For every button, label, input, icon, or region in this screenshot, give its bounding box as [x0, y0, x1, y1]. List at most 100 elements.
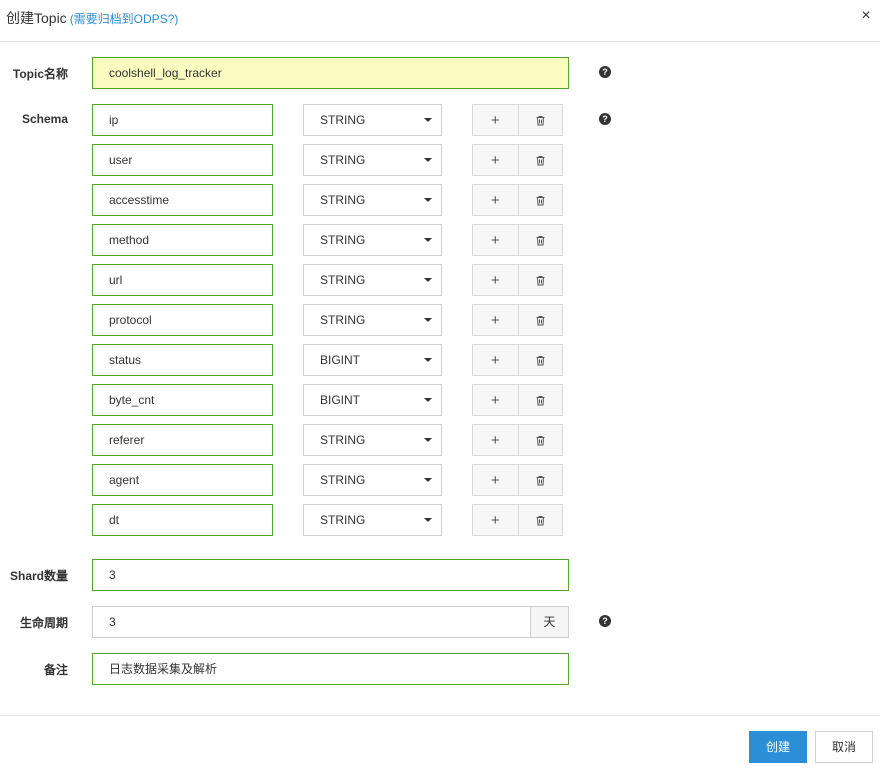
caret-down-icon: [424, 478, 432, 482]
delete-field-button[interactable]: [517, 505, 563, 535]
add-field-button[interactable]: +: [473, 265, 518, 295]
schema-field-type-value: STRING: [320, 233, 366, 247]
schema-field-type-select[interactable]: STRING: [303, 304, 442, 336]
add-field-button[interactable]: +: [473, 505, 518, 535]
schema-field-name-input[interactable]: agent: [92, 464, 273, 496]
remark-label: 备注: [43, 663, 68, 677]
schema-field-name-input[interactable]: referer: [92, 424, 273, 456]
schema-field-actions: +: [472, 304, 563, 336]
trash-icon: [535, 275, 546, 286]
schema-field-type-value: STRING: [320, 193, 366, 207]
lifecycle-help-icon[interactable]: ?: [599, 615, 611, 627]
delete-field-button[interactable]: [517, 225, 563, 255]
remark-input[interactable]: 日志数据采集及解析: [92, 653, 569, 685]
caret-down-icon: [424, 438, 432, 442]
schema-field-name-input[interactable]: dt: [92, 504, 273, 536]
caret-down-icon: [424, 398, 432, 402]
schema-field-type-value: STRING: [320, 273, 366, 287]
add-field-button[interactable]: +: [473, 145, 518, 175]
trash-icon: [535, 115, 546, 126]
schema-help-icon[interactable]: ?: [599, 113, 611, 125]
topic-name-label: Topic名称: [12, 67, 68, 81]
dialog-footer: [0, 715, 880, 770]
schema-field-name-input[interactable]: status: [92, 344, 273, 376]
archive-odps-link[interactable]: (需要归档到ODPS?): [70, 12, 179, 26]
schema-field-type-select[interactable]: STRING: [303, 264, 442, 296]
schema-field-type-select[interactable]: BIGINT: [303, 344, 442, 376]
caret-down-icon: [424, 518, 432, 522]
trash-icon: [535, 395, 546, 406]
plus-icon: +: [490, 311, 500, 329]
add-field-button[interactable]: +: [473, 305, 518, 335]
plus-icon: +: [490, 191, 500, 209]
caret-down-icon: [424, 318, 432, 322]
plus-icon: +: [490, 431, 500, 449]
schema-field-type-select[interactable]: STRING: [303, 104, 442, 136]
schema-field-actions: +: [472, 264, 563, 296]
trash-icon: [535, 235, 546, 246]
trash-icon: [535, 195, 546, 206]
add-field-button[interactable]: +: [473, 105, 518, 135]
schema-field-type-value: STRING: [320, 313, 366, 327]
caret-down-icon: [424, 278, 432, 282]
plus-icon: +: [490, 111, 500, 129]
schema-field-actions: +: [472, 184, 563, 216]
create-button[interactable]: 创建: [749, 731, 807, 763]
shard-count-label: Shard数量: [9, 569, 68, 583]
schema-field-name-input[interactable]: protocol: [92, 304, 273, 336]
delete-field-button[interactable]: [517, 425, 563, 455]
lifecycle-input[interactable]: 3: [92, 606, 531, 638]
dialog-title-text: 创建Topic: [6, 10, 67, 26]
add-field-button[interactable]: +: [473, 345, 518, 375]
add-field-button[interactable]: +: [473, 425, 518, 455]
schema-field-type-value: STRING: [320, 433, 366, 447]
schema-field-actions: +: [472, 424, 563, 456]
plus-icon: +: [490, 271, 500, 289]
lifecycle-label: 生命周期: [19, 616, 68, 630]
lifecycle-unit-addon: 天: [531, 606, 569, 638]
topic-name-help-icon[interactable]: ?: [599, 66, 611, 78]
schema-field-actions: +: [472, 344, 563, 376]
trash-icon: [535, 435, 546, 446]
schema-field-type-select[interactable]: STRING: [303, 464, 442, 496]
schema-field-name-input[interactable]: user: [92, 144, 273, 176]
schema-field-type-select[interactable]: STRING: [303, 424, 442, 456]
close-button[interactable]: ×: [858, 7, 874, 25]
add-field-button[interactable]: +: [473, 185, 518, 215]
schema-field-actions: +: [472, 504, 563, 536]
schema-field-type-select[interactable]: STRING: [303, 144, 442, 176]
plus-icon: +: [490, 231, 500, 249]
add-field-button[interactable]: +: [473, 465, 518, 495]
delete-field-button[interactable]: [517, 465, 563, 495]
delete-field-button[interactable]: [517, 185, 563, 215]
delete-field-button[interactable]: [517, 385, 563, 415]
add-field-button[interactable]: +: [473, 385, 518, 415]
topic-name-input[interactable]: coolshell_log_tracker: [92, 57, 569, 89]
delete-field-button[interactable]: [517, 265, 563, 295]
caret-down-icon: [424, 358, 432, 362]
schema-field-name-input[interactable]: byte_cnt: [92, 384, 273, 416]
trash-icon: [535, 355, 546, 366]
cancel-button[interactable]: 取消: [815, 731, 873, 763]
schema-field-type-select[interactable]: BIGINT: [303, 384, 442, 416]
schema-field-type-select[interactable]: STRING: [303, 504, 442, 536]
delete-field-button[interactable]: [517, 345, 563, 375]
schema-field-type-value: BIGINT: [320, 353, 361, 367]
schema-field-name-input[interactable]: accesstime: [92, 184, 273, 216]
add-field-button[interactable]: +: [473, 225, 518, 255]
delete-field-button[interactable]: [517, 145, 563, 175]
trash-icon: [535, 155, 546, 166]
schema-field-actions: +: [472, 144, 563, 176]
caret-down-icon: [424, 118, 432, 122]
schema-field-type-select[interactable]: STRING: [303, 224, 442, 256]
schema-field-type-value: STRING: [320, 473, 366, 487]
schema-field-name-input[interactable]: url: [92, 264, 273, 296]
schema-field-type-select[interactable]: STRING: [303, 184, 442, 216]
delete-field-button[interactable]: [517, 105, 563, 135]
shard-count-input[interactable]: 3: [92, 559, 569, 591]
dialog-title: 创建Topic (需要归档到ODPS?): [6, 8, 178, 28]
schema-field-name-input[interactable]: method: [92, 224, 273, 256]
schema-field-name-input[interactable]: ip: [92, 104, 273, 136]
delete-field-button[interactable]: [517, 305, 563, 335]
close-icon: ×: [861, 7, 871, 24]
